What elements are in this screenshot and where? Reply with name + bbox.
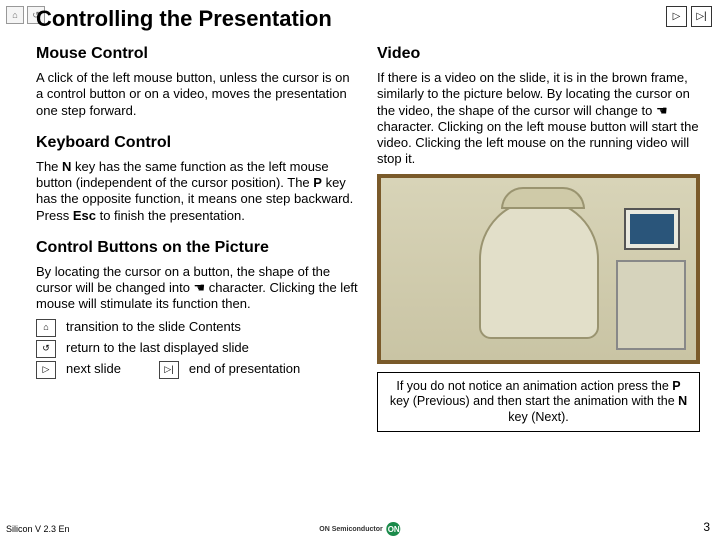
monitor-graphic (624, 208, 680, 250)
list-item: ⌂ transition to the slide Contents (36, 319, 359, 337)
home-icon-small: ⌂ (6, 6, 24, 24)
footer-version: Silicon V 2.3 En (6, 524, 70, 534)
video-frame[interactable] (377, 174, 700, 364)
list-item: ▷ next slide ▷| end of presentation (36, 361, 359, 379)
keyboard-control-heading: Keyboard Control (36, 133, 359, 153)
end-presentation-button[interactable]: ▷| (691, 6, 712, 27)
mouse-control-text: A click of the left mouse button, unless… (36, 70, 359, 119)
page-number: 3 (703, 520, 710, 534)
brand-text: ON Semiconductor (319, 526, 382, 533)
control-button-list: ⌂ transition to the slide Contents ↺ ret… (36, 319, 359, 379)
next-icon-label: next slide (66, 361, 121, 377)
mouse-control-heading: Mouse Control (36, 44, 359, 64)
content-area: Mouse Control A click of the left mouse … (36, 42, 700, 510)
back-icon[interactable]: ↺ (36, 340, 56, 358)
animation-note: If you do not notice an animation action… (377, 372, 700, 433)
control-buttons-text: By locating the cursor on a button, the … (36, 264, 359, 313)
video-heading: Video (377, 44, 700, 64)
hand-cursor-icon: ☚ (194, 280, 206, 295)
esc-key: Esc (73, 208, 96, 223)
page-title: Controlling the Presentation (36, 6, 332, 32)
rack-graphic (616, 260, 686, 350)
n-key: N (62, 159, 71, 174)
next-icon[interactable]: ▷ (36, 361, 56, 379)
keyboard-control-text: The N key has the same function as the l… (36, 159, 359, 224)
end-icon-label: end of presentation (189, 361, 300, 377)
hand-cursor-icon: ☚ (656, 103, 668, 118)
end-icon[interactable]: ▷| (159, 361, 179, 379)
home-icon[interactable]: ⌂ (36, 319, 56, 337)
home-icon-label: transition to the slide Contents (66, 319, 241, 335)
list-item: ↺ return to the last displayed slide (36, 340, 359, 358)
n-key: N (678, 394, 687, 408)
p-key: P (672, 379, 680, 393)
right-column: Video If there is a video on the slide, … (377, 42, 700, 510)
p-key: P (313, 175, 322, 190)
on-logo-icon: ON (387, 522, 401, 536)
left-column: Mouse Control A click of the left mouse … (36, 42, 359, 510)
footer-brand: ON Semiconductor ON (319, 522, 400, 536)
control-buttons-heading: Control Buttons on the Picture (36, 238, 359, 258)
next-slide-button[interactable]: ▷ (666, 6, 687, 27)
equipment-graphic (479, 199, 599, 339)
back-icon-label: return to the last displayed slide (66, 340, 249, 356)
video-text: If there is a video on the slide, it is … (377, 70, 700, 168)
